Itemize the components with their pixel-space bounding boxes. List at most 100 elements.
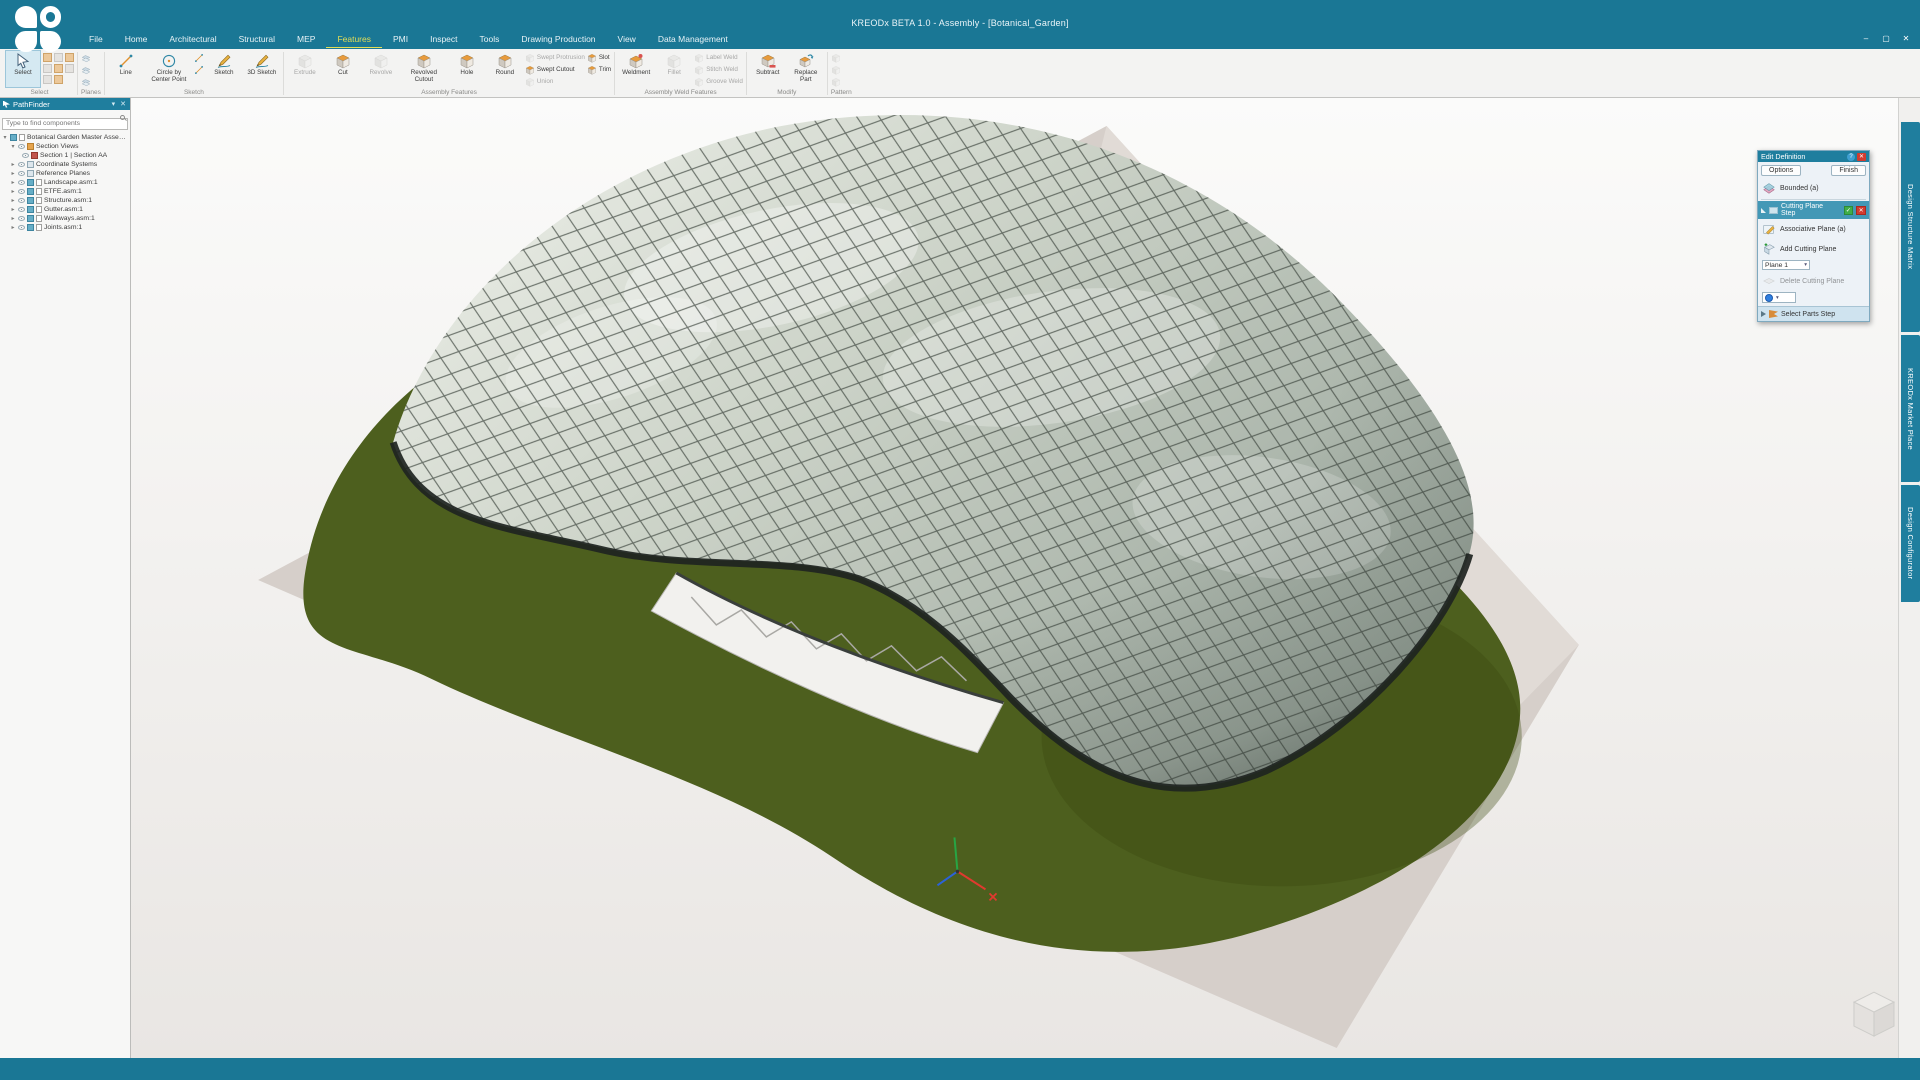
visibility-eye-icon[interactable] [18, 144, 25, 149]
select-option-icon[interactable] [54, 75, 63, 84]
menu-item-architectural[interactable]: Architectural [158, 31, 227, 48]
tree-item-reference-planes[interactable]: ▸ Reference Planes [2, 169, 130, 178]
select-parts-step-header[interactable]: Select Parts Step [1758, 306, 1869, 321]
tree-item-etfe[interactable]: ▸ ETFE.asm:1 [2, 187, 130, 196]
plane-tool-button[interactable] [81, 64, 91, 75]
groove-weld-button[interactable]: Groove Weld [694, 76, 743, 87]
visibility-eye-icon[interactable] [18, 189, 25, 194]
replace-part-button[interactable]: Replace Part [788, 50, 824, 88]
tree-item-gutter[interactable]: ▸ Gutter.asm:1 [2, 205, 130, 214]
search-input[interactable] [2, 118, 128, 130]
visibility-eye-icon[interactable] [18, 207, 25, 212]
close-icon[interactable]: ✕ [119, 101, 127, 108]
visibility-eye-icon[interactable] [18, 198, 25, 203]
associative-plane-row[interactable]: Associative Plane (a) [1758, 219, 1869, 239]
expander-icon[interactable]: ▾ [2, 134, 8, 141]
expander-icon[interactable]: ▸ [10, 179, 16, 186]
revolved-cutout-button[interactable]: Revolved Cutout [401, 50, 447, 88]
plane-tool-button[interactable] [81, 52, 91, 63]
pattern-tool-button[interactable] [831, 52, 841, 63]
cancel-icon[interactable]: ✕ [1856, 206, 1866, 215]
select-option-icon[interactable] [54, 53, 63, 62]
pin-icon[interactable]: ▾ [111, 101, 117, 108]
pattern-tool-button[interactable] [831, 64, 841, 75]
extrude-button[interactable]: Extrude [287, 50, 323, 88]
subtract-button[interactable]: Subtract [750, 50, 786, 88]
visibility-eye-icon[interactable] [18, 171, 25, 176]
swept-protrusion-button[interactable]: Swept Protrusion [525, 52, 585, 63]
sketch-button[interactable]: Sketch [206, 50, 242, 88]
accept-icon[interactable]: ✓ [1844, 206, 1854, 215]
minimize-button[interactable]: – [1858, 30, 1874, 46]
select-button[interactable]: Select [5, 50, 41, 88]
expander-icon[interactable]: ▾ [10, 143, 16, 150]
tab-design-configurator[interactable]: Design Configurator [1901, 485, 1920, 602]
help-icon[interactable]: ? [1847, 153, 1855, 161]
hole-button[interactable]: Hole [449, 50, 485, 88]
tree-item-joints[interactable]: ▸ Joints.asm:1 [2, 223, 130, 232]
expander-icon[interactable]: ▸ [10, 215, 16, 222]
round-button[interactable]: Round [487, 50, 523, 88]
revolve-button[interactable]: Revolve [363, 50, 399, 88]
union-button[interactable]: Union [525, 76, 585, 87]
menu-item-pmi[interactable]: PMI [382, 31, 419, 48]
expander-icon[interactable]: ▸ [10, 170, 16, 177]
color-dropdown[interactable]: ▾ [1762, 292, 1796, 303]
select-option-icon[interactable] [54, 64, 63, 73]
finish-button[interactable]: Finish [1831, 165, 1866, 176]
view-cube-icon[interactable] [1854, 992, 1894, 1036]
menu-item-mep[interactable]: MEP [286, 31, 326, 48]
select-option-icon[interactable] [43, 53, 52, 62]
tree-item-walkways[interactable]: ▸ Walkways.asm:1 [2, 214, 130, 223]
pattern-tool-button[interactable] [831, 76, 841, 87]
visibility-eye-icon[interactable] [18, 225, 25, 230]
select-option-icon[interactable] [43, 75, 52, 84]
close-button[interactable]: ✕ [1898, 30, 1914, 46]
visibility-eye-icon[interactable] [18, 162, 25, 167]
select-option-icon[interactable] [65, 64, 74, 73]
cutting-plane-step-header[interactable]: Cutting Plane Step ✓ ✕ [1758, 201, 1869, 219]
line-button[interactable]: Line [108, 50, 144, 88]
plane-select[interactable]: Plane 1 ▾ [1762, 260, 1810, 270]
tree-item-section[interactable]: Section 1 | Section AA [2, 151, 130, 160]
menu-item-home[interactable]: Home [114, 31, 159, 48]
tree-item-section-views[interactable]: ▾ Section Views [2, 142, 130, 151]
expander-icon[interactable]: ▸ [10, 206, 16, 213]
fillet-button[interactable]: Fillet [656, 50, 692, 88]
visibility-eye-icon[interactable] [18, 216, 25, 221]
delete-cutting-plane-row[interactable]: Delete Cutting Plane [1758, 271, 1869, 291]
cut-button[interactable]: Cut [325, 50, 361, 88]
tab-kreodx-market-place[interactable]: KREODx Market Place [1901, 335, 1920, 482]
menu-item-drawing-production[interactable]: Drawing Production [510, 31, 606, 48]
close-icon[interactable]: ✕ [1857, 153, 1866, 161]
select-option-icon[interactable] [43, 64, 52, 73]
select-option-icon[interactable] [65, 53, 74, 62]
menu-item-structural[interactable]: Structural [228, 31, 286, 48]
menu-item-inspect[interactable]: Inspect [419, 31, 468, 48]
3d-viewport[interactable] [131, 98, 1898, 1058]
add-cutting-plane-row[interactable]: Add Cutting Plane [1758, 239, 1869, 259]
expander-icon[interactable]: ▸ [10, 188, 16, 195]
visibility-eye-icon[interactable] [22, 153, 29, 158]
bounded-row[interactable]: Bounded (a) [1758, 178, 1869, 198]
tree-item-root[interactable]: ▾ Botanical Garden Master Assembly [2, 133, 130, 142]
menu-item-file[interactable]: File [78, 31, 114, 48]
menu-item-view[interactable]: View [607, 31, 647, 48]
trim-button[interactable]: Trim [587, 64, 611, 75]
plane-tool-button[interactable] [81, 76, 91, 87]
swept-cutout-button[interactable]: Swept Cutout [525, 64, 585, 75]
expander-icon[interactable]: ▸ [10, 197, 16, 204]
stitch-weld-button[interactable]: Stitch Weld [694, 64, 743, 75]
slot-button[interactable]: Slot [587, 52, 611, 63]
expander-icon[interactable]: ▸ [10, 161, 16, 168]
arc-tool-button[interactable] [194, 52, 204, 63]
visibility-eye-icon[interactable] [18, 180, 25, 185]
spline-tool-button[interactable] [194, 64, 204, 75]
label-weld-button[interactable]: Label Weld [694, 52, 743, 63]
tab-design-structure-matrix[interactable]: Design Structure Matrix [1901, 122, 1920, 332]
menu-item-tools[interactable]: Tools [469, 31, 511, 48]
maximize-button[interactable]: ▢ [1878, 30, 1894, 46]
circle-by-center-point-button[interactable]: Circle by Center Point [146, 50, 192, 88]
tree-item-landscape[interactable]: ▸ Landscape.asm:1 [2, 178, 130, 187]
expander-icon[interactable]: ▸ [10, 224, 16, 231]
